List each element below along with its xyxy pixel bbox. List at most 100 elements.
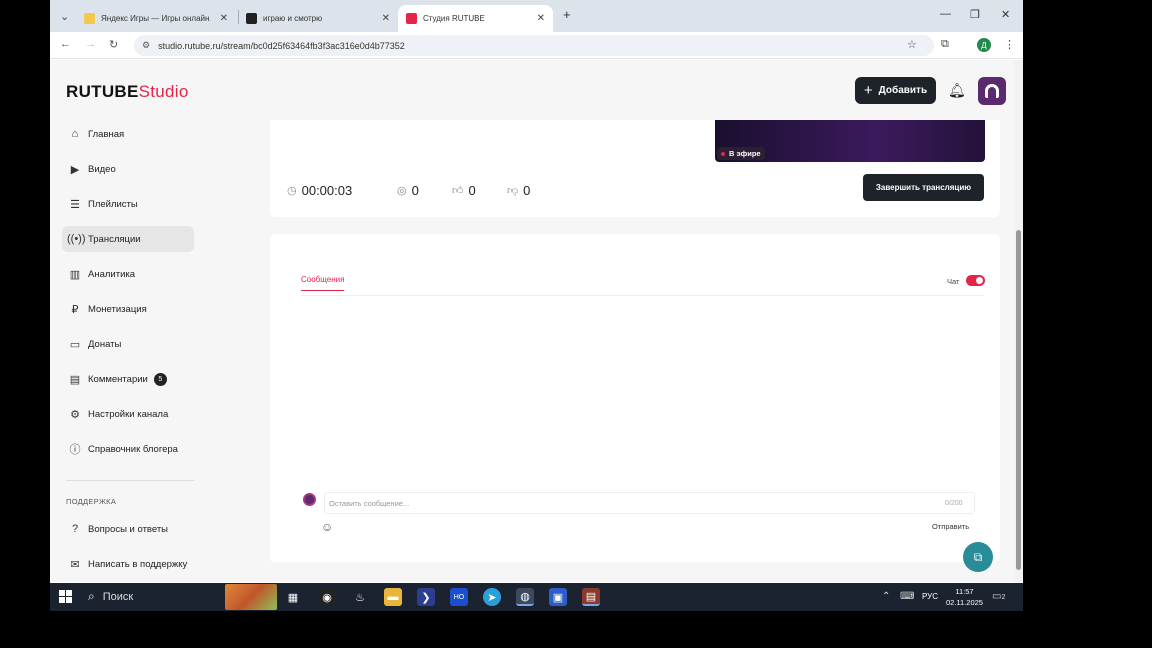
chat-toggle-label: Чат: [947, 277, 960, 286]
restore-button[interactable]: ❐: [970, 8, 980, 21]
task-view-icon[interactable]: ▦: [284, 588, 302, 606]
sidebar-item-blogger-guide[interactable]: ⓘ Справочник блогера: [62, 436, 194, 462]
new-tab-button[interactable]: +: [563, 7, 571, 22]
tab-yandex-games[interactable]: Яндекс Игры — Игры онлайн ✕: [76, 5, 236, 32]
send-button[interactable]: Отправить: [932, 522, 969, 531]
profile-avatar[interactable]: Д: [977, 38, 991, 52]
windows-taskbar: ⌕ Поиск ▦ ◉ ♨ ▬ ❯ НО ➤ ◍ ▣ ▤ ⌃ ⌨ РУС 11:…: [50, 583, 1023, 611]
sidebar-item-video[interactable]: ▶ Видео: [62, 156, 194, 182]
message-char-counter: 0/200: [945, 500, 963, 507]
forward-icon[interactable]: →: [85, 38, 96, 50]
chat-toggle[interactable]: [966, 275, 985, 286]
viewer-icon: ◎: [397, 185, 407, 197]
game-app-icon[interactable]: НО: [450, 588, 468, 606]
tab-search-chevron-icon[interactable]: ⌄: [60, 10, 69, 23]
help-chat-button[interactable]: ⧉: [963, 542, 993, 572]
menu-dots-icon[interactable]: ⋮: [1004, 38, 1015, 51]
reload-icon[interactable]: ↻: [109, 38, 118, 51]
taskbar-search[interactable]: ⌕ Поиск: [88, 589, 133, 604]
winrar-icon[interactable]: ▤: [582, 588, 600, 606]
rutube-studio-logo[interactable]: RUTUBEStudio: [66, 82, 189, 102]
support-heading: ПОДДЕРЖКА: [66, 497, 117, 506]
user-avatar[interactable]: [978, 77, 1006, 105]
yandex-favicon-icon: [84, 13, 95, 24]
input-language[interactable]: РУС: [922, 592, 938, 601]
wallet-icon: ▭: [69, 338, 81, 351]
keyboard-icon[interactable]: ⌨: [900, 591, 914, 602]
telegram-icon[interactable]: ➤: [483, 588, 501, 606]
terminal-app-icon[interactable]: ❯: [417, 588, 435, 606]
gear-icon: ⚙: [70, 408, 80, 421]
broadcast-icon: ((•)): [67, 233, 86, 245]
add-button[interactable]: + Добавить: [855, 77, 936, 104]
mail-icon: ✉: [70, 558, 80, 571]
sidebar-item-comments[interactable]: ▤ Комментарии 5: [62, 366, 194, 392]
chat-card: Сообщения Чат Оставить сообщение... 0/20…: [270, 234, 1000, 562]
obs-app-icon[interactable]: ◉: [318, 588, 336, 606]
thumbs-up-icon: 👍︎: [452, 185, 464, 197]
sidebar-item-donations[interactable]: ▭ Донаты: [62, 331, 194, 357]
extensions-icon[interactable]: ⧉: [941, 38, 949, 51]
sidebar-item-analytics[interactable]: ▥ Аналитика: [62, 261, 194, 287]
sidebar-item-monetization[interactable]: ₽ Монетизация: [62, 296, 194, 322]
question-icon: ?: [71, 523, 79, 535]
video-icon: ▶: [70, 163, 80, 176]
sidebar-item-faq[interactable]: ? Вопросы и ответы: [62, 516, 194, 542]
sidebar-item-broadcasts[interactable]: ((•)) Трансляции: [62, 226, 194, 252]
analytics-icon: ▥: [69, 268, 81, 281]
close-icon[interactable]: ✕: [537, 13, 545, 24]
minimize-button[interactable]: —: [940, 8, 951, 20]
windows-start-icon[interactable]: [59, 590, 72, 603]
bookmark-star-icon[interactable]: ☆: [907, 38, 917, 51]
comment-icon: ▤: [69, 373, 81, 386]
chrome-icon[interactable]: ◍: [516, 588, 534, 606]
live-badge: В эфире: [717, 147, 765, 160]
close-window-button[interactable]: ✕: [1001, 8, 1010, 21]
bell-icon[interactable]: 🔔︎: [948, 82, 966, 99]
site-info-icon[interactable]: ⚙: [142, 40, 150, 51]
address-bar[interactable]: ⚙ studio.rutube.ru/stream/bc0d25f63464fb…: [134, 35, 934, 56]
message-input[interactable]: Оставить сообщение...: [324, 492, 975, 514]
steam-app-icon[interactable]: ♨: [351, 588, 369, 606]
rutube-studio-favicon-icon: [406, 13, 417, 24]
search-highlight-image[interactable]: [225, 584, 277, 610]
tray-clock[interactable]: 11:57 02.11.2025: [946, 586, 983, 608]
comments-count-badge: 5: [153, 372, 167, 386]
live-dot-icon: [721, 151, 725, 156]
stream-info-card: В эфире ◷ 00:00:03 ◎ 0 👍︎ 0 👎︎ 0 Заверши…: [270, 120, 1000, 217]
tabs-divider: [301, 295, 984, 296]
tab-play-and-watch[interactable]: играю и смотрю ✕: [238, 5, 398, 32]
chat-avatar: [303, 493, 316, 506]
url-text: studio.rutube.ru/stream/bc0d25f63464fb3f…: [158, 40, 405, 51]
back-icon[interactable]: ←: [60, 38, 71, 50]
file-explorer-icon[interactable]: ▬: [384, 588, 402, 606]
playlist-icon: ☰: [70, 198, 80, 211]
stream-preview[interactable]: В эфире: [715, 120, 985, 162]
info-icon: ⓘ: [69, 444, 81, 456]
tab-strip: ⌄ Яндекс Игры — Игры онлайн ✕ играю и см…: [50, 0, 1023, 32]
dislikes-count: 👎︎ 0: [507, 183, 531, 198]
close-icon[interactable]: ✕: [220, 13, 228, 24]
emoji-icon[interactable]: ☺: [321, 520, 333, 534]
likes-count: 👍︎ 0: [452, 183, 476, 198]
notifications-icon[interactable]: ▭2: [992, 591, 1005, 602]
tab-title: Яндекс Игры — Игры онлайн: [101, 14, 210, 23]
tab-title: Студия RUTUBE: [423, 14, 485, 23]
page: RUTUBEStudio + Добавить 🔔︎ ⌂ Главная ▶ В…: [50, 60, 1016, 582]
end-stream-button[interactable]: Завершить трансляцию: [863, 174, 984, 201]
sidebar-item-contact-support[interactable]: ✉ Написать в поддержку: [62, 551, 194, 577]
sidebar-divider: [66, 480, 194, 481]
page-scrollbar[interactable]: [1014, 60, 1023, 582]
chat-bubbles-icon: ⧉: [973, 549, 983, 564]
plus-icon: +: [863, 82, 873, 99]
browser-toolbar: ← → ↻ ⚙ studio.rutube.ru/stream/bc0d25f6…: [50, 32, 1023, 59]
tray-chevron-icon[interactable]: ⌃: [882, 591, 890, 602]
browser-window: ⌄ Яндекс Игры — Игры онлайн ✕ играю и см…: [50, 0, 1023, 610]
sidebar-item-home[interactable]: ⌂ Главная: [62, 121, 194, 147]
tab-messages[interactable]: Сообщения: [301, 275, 345, 291]
app-window-icon[interactable]: ▣: [549, 588, 567, 606]
sidebar-item-playlists[interactable]: ☰ Плейлисты: [62, 191, 194, 217]
tab-rutube-studio[interactable]: Студия RUTUBE ✕: [398, 5, 553, 32]
sidebar-item-channel-settings[interactable]: ⚙ Настройки канала: [62, 401, 194, 427]
close-icon[interactable]: ✕: [382, 13, 390, 24]
